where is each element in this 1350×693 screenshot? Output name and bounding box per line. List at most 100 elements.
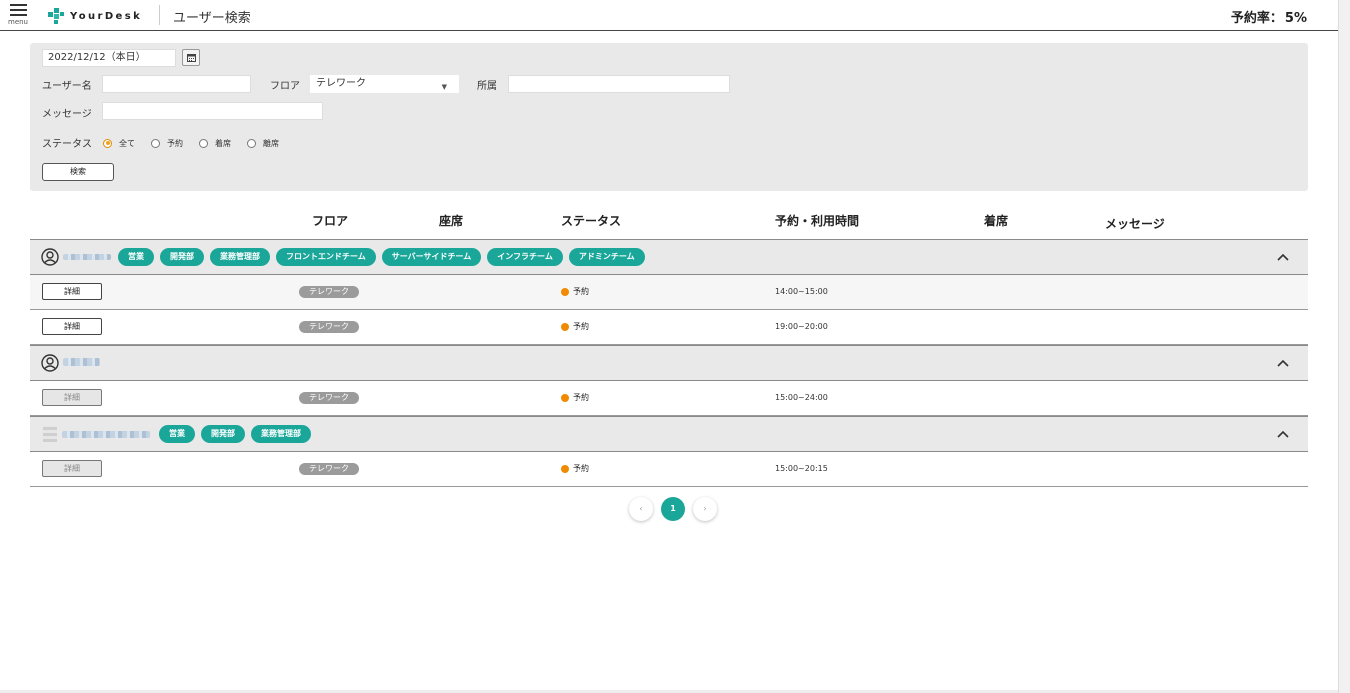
date-input[interactable]: 2022/12/12（本日） <box>42 49 176 67</box>
dropdown-arrow-icon: ▼ <box>441 83 447 91</box>
department-tag: フロントエンドチーム <box>276 248 376 266</box>
status-dot-icon <box>561 393 569 402</box>
department-tags: 営業 開発部 業務管理部 <box>159 425 311 443</box>
page-button-current[interactable]: 1 <box>661 497 685 521</box>
status-label: ステータス <box>42 139 92 150</box>
user-name-redacted <box>62 431 150 438</box>
search-panel: 2022/12/12（本日） ユーザー名 フロア テレワーク ▼ 所属 メッセー… <box>30 43 1308 191</box>
detail-button[interactable]: 詳細 <box>42 460 102 477</box>
department-label: 所属 <box>477 81 497 92</box>
status-radio-seated[interactable]: 着席 <box>199 138 231 149</box>
vertical-scrollbar[interactable] <box>1338 0 1350 693</box>
user-name-redacted <box>63 358 100 366</box>
department-tag: 業務管理部 <box>251 425 311 443</box>
floor-label: フロア <box>270 81 300 92</box>
status-text: 予約 <box>573 322 589 331</box>
user-name-input[interactable] <box>102 75 251 93</box>
detail-button[interactable]: 詳細 <box>42 283 102 300</box>
chevron-up-icon[interactable] <box>1276 250 1290 264</box>
column-header-seat: 座席 <box>439 214 464 228</box>
user-name-redacted <box>63 254 111 260</box>
user-avatar-icon <box>41 248 59 266</box>
department-tag: 開発部 <box>160 248 204 266</box>
column-header-status: ステータス <box>561 214 622 228</box>
menu-button[interactable]: menu <box>5 2 31 29</box>
status-indicator: 予約 <box>561 392 589 403</box>
user-name-label: ユーザー名 <box>42 81 92 92</box>
chevron-up-icon[interactable] <box>1276 356 1290 370</box>
floor-badge: テレワーク <box>299 392 359 404</box>
user-group-header[interactable] <box>30 345 1308 381</box>
reservation-time: 19:00~20:00 <box>775 322 828 331</box>
status-dot-icon <box>561 287 569 296</box>
detail-button[interactable]: 詳細 <box>42 318 102 335</box>
top-bar: menu YourDesk ユーザー検索 予約率： 5% <box>0 0 1338 31</box>
status-text: 予約 <box>573 393 589 402</box>
calendar-icon <box>187 54 196 62</box>
floor-badge: テレワーク <box>299 463 359 475</box>
user-avatar-image-redacted <box>43 426 57 442</box>
status-radio-all[interactable]: 全て <box>103 138 135 149</box>
reservation-rate: 予約率： 5% <box>1231 7 1307 26</box>
column-header-floor: フロア <box>312 214 349 228</box>
message-label: メッセージ <box>42 109 92 120</box>
department-tag: 業務管理部 <box>210 248 270 266</box>
chevron-up-icon[interactable] <box>1276 427 1290 441</box>
department-tag: アドミンチーム <box>568 248 645 266</box>
radio-selected-icon <box>103 138 112 148</box>
status-text: 予約 <box>573 287 589 296</box>
radio-label: 全て <box>119 138 135 148</box>
table-row: 詳細 テレワーク 予約 19:00~20:00 <box>30 310 1308 345</box>
status-indicator: 予約 <box>561 321 589 332</box>
table-row: 詳細 テレワーク 予約 14:00~15:00 <box>30 275 1308 310</box>
page-title: ユーザー検索 <box>173 11 251 26</box>
message-input[interactable] <box>102 102 323 120</box>
rate-value: 5% <box>1284 11 1307 26</box>
department-tag: 営業 <box>118 248 154 266</box>
radio-icon <box>199 138 208 148</box>
floor-select-value: テレワーク <box>316 78 366 89</box>
menu-label: menu <box>8 18 28 26</box>
status-indicator: 予約 <box>561 286 589 297</box>
menu-icon <box>5 2 31 16</box>
prev-page-button[interactable]: ‹ <box>629 497 653 521</box>
status-radio-group: 全て 予約 着席 離席 <box>103 136 295 150</box>
reservation-time: 14:00~15:00 <box>775 287 828 296</box>
department-tags: 営業 開発部 業務管理部 フロントエンドチーム サーバーサイドチーム インフラチ… <box>118 248 645 266</box>
column-header-message: メッセージ <box>1105 217 1165 231</box>
status-radio-reserved[interactable]: 予約 <box>151 138 183 149</box>
table-row: 詳細 テレワーク 予約 15:00~20:15 <box>30 452 1308 487</box>
reservation-time: 15:00~24:00 <box>775 393 828 402</box>
logo-icon <box>48 8 64 24</box>
status-dot-icon <box>561 464 569 473</box>
header-divider <box>159 5 160 25</box>
floor-badge: テレワーク <box>299 286 359 298</box>
floor-select[interactable]: テレワーク ▼ <box>310 75 459 93</box>
radio-label: 予約 <box>167 138 183 148</box>
department-tag: サーバーサイドチーム <box>381 248 482 266</box>
floor-badge: テレワーク <box>299 321 359 333</box>
brand-logo[interactable]: YourDesk <box>48 8 142 24</box>
pagination: ‹ 1 › <box>629 497 717 521</box>
status-dot-icon <box>561 322 569 331</box>
radio-label: 離席 <box>263 138 279 148</box>
rate-label: 予約率： <box>1230 11 1283 26</box>
department-tag: インフラチーム <box>487 248 563 266</box>
brand-name: YourDesk <box>70 10 143 22</box>
status-radio-away[interactable]: 離席 <box>247 138 279 149</box>
radio-icon <box>151 138 160 148</box>
detail-button[interactable]: 詳細 <box>42 389 102 406</box>
user-avatar-icon <box>41 354 59 372</box>
column-header-seated: 着席 <box>984 214 1009 228</box>
radio-label: 着席 <box>215 138 231 148</box>
radio-icon <box>247 138 256 148</box>
search-button[interactable]: 検索 <box>42 163 114 181</box>
status-text: 予約 <box>573 464 589 473</box>
user-group-header[interactable]: 営業 開発部 業務管理部 <box>30 416 1308 452</box>
table-row: 詳細 テレワーク 予約 15:00~24:00 <box>30 381 1308 416</box>
user-group-header[interactable]: 営業 開発部 業務管理部 フロントエンドチーム サーバーサイドチーム インフラチ… <box>30 239 1308 275</box>
calendar-button[interactable] <box>182 49 200 66</box>
column-header-time: 予約・利用時間 <box>775 214 860 228</box>
department-input[interactable] <box>508 75 730 93</box>
next-page-button[interactable]: › <box>693 497 717 521</box>
